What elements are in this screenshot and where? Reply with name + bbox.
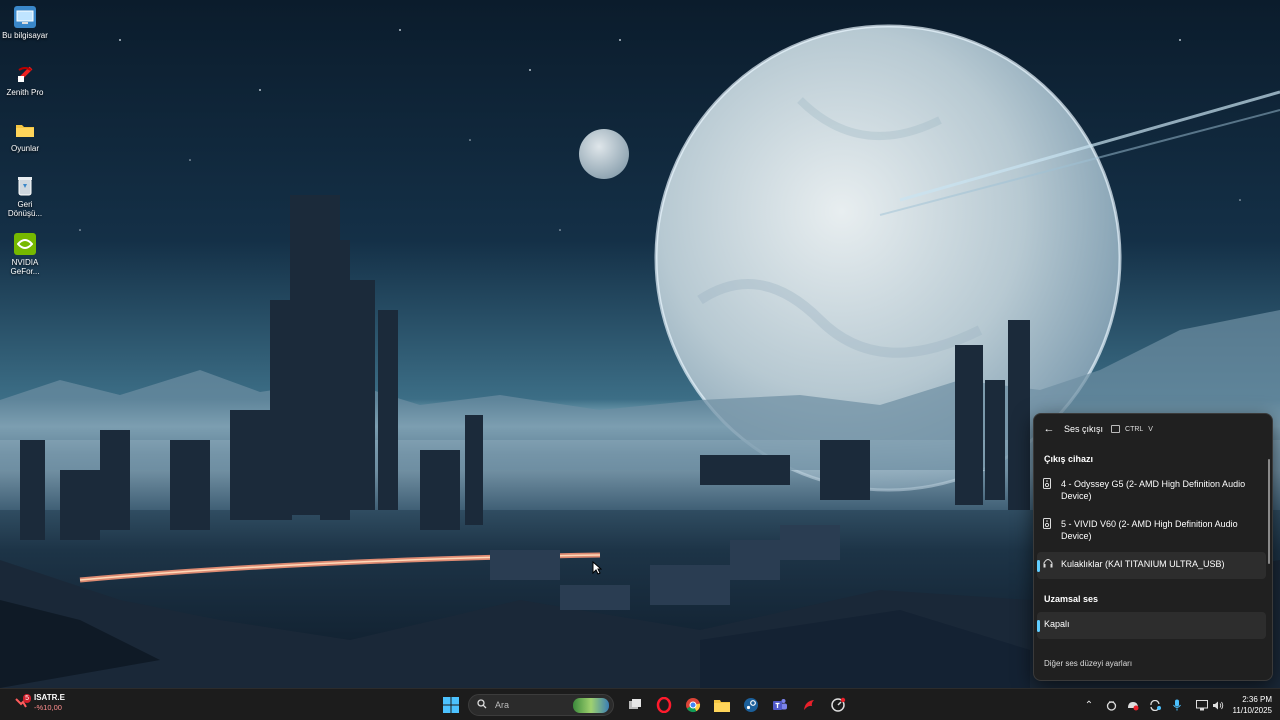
speaker-icon bbox=[1043, 478, 1055, 491]
start-button[interactable] bbox=[438, 693, 464, 717]
desktop-icon-nvidia[interactable]: NVIDIA GeFor... bbox=[0, 233, 50, 276]
clock[interactable]: 2:36 PM 11/10/2025 bbox=[1222, 694, 1272, 716]
recycle-bin-icon bbox=[14, 175, 36, 197]
device-option-odyssey[interactable]: 4 - Odyssey G5 (2- AMD High Definition A… bbox=[1037, 472, 1266, 508]
search-highlight-image bbox=[573, 698, 609, 713]
tray-app-button[interactable] bbox=[1100, 693, 1122, 717]
show-hidden-icons-button[interactable]: ⌃ bbox=[1078, 693, 1100, 717]
teams-icon bbox=[772, 699, 787, 710]
clock-time: 2:36 PM bbox=[1242, 695, 1272, 704]
desktop-icon-label: Geri Dönüşü... bbox=[7, 200, 43, 218]
device-label: 4 - Odyssey G5 (2- AMD High Definition A… bbox=[1061, 479, 1246, 501]
device-option-headphones[interactable]: Kulaklıklar (KAI TITANIUM ULTRA_USB) bbox=[1037, 552, 1266, 579]
shortcut-key: V bbox=[1148, 425, 1153, 433]
desktop-icon-zenith-pro[interactable]: Zenith Pro bbox=[0, 63, 50, 97]
desktop-icon-label: Zenith Pro bbox=[6, 88, 44, 97]
speaker-icon bbox=[1043, 518, 1055, 531]
device-label: 5 - VIVID V60 (2- AMD High Definition Au… bbox=[1061, 519, 1238, 541]
nvidia-icon bbox=[14, 233, 36, 255]
settings-app-button[interactable] bbox=[825, 693, 851, 717]
stock-symbol: ISATR.E bbox=[34, 693, 65, 702]
headphones-icon bbox=[1043, 558, 1055, 570]
taskbar: 5 ISATR.E -%10,00 Ara ⌃ 2:36 PM 11/10/20… bbox=[0, 688, 1280, 720]
spatial-audio-heading: Uzamsal ses bbox=[1044, 594, 1099, 604]
stock-badge: 5 bbox=[23, 694, 31, 703]
arrow-left-icon: ← bbox=[1043, 423, 1055, 435]
microphone-button[interactable] bbox=[1166, 693, 1188, 717]
system-tray: ⌃ bbox=[1078, 693, 1228, 717]
desktop-icon-oyunlar[interactable]: Oyunlar bbox=[0, 119, 50, 153]
opera-icon bbox=[656, 697, 671, 713]
microphone-icon bbox=[1173, 699, 1181, 711]
zenith-app-icon bbox=[14, 63, 36, 85]
search-input[interactable] bbox=[493, 699, 567, 711]
flyout-header: ← Ses çıkışı CTRL V bbox=[1034, 414, 1272, 444]
back-button[interactable]: ← bbox=[1040, 420, 1058, 438]
chevron-up-icon: ⌃ bbox=[1084, 699, 1094, 711]
desktop-icon-label: NVIDIA GeFor... bbox=[10, 258, 40, 276]
output-device-heading: Çıkış cihazı bbox=[1044, 454, 1094, 464]
taskbar-search[interactable] bbox=[468, 694, 614, 716]
sync-button[interactable] bbox=[1144, 693, 1166, 717]
flyout-scrollbar[interactable] bbox=[1268, 459, 1270, 564]
stock-down-icon: 5 bbox=[14, 694, 31, 710]
keyboard-icon bbox=[1111, 425, 1121, 433]
chrome-button[interactable] bbox=[680, 693, 706, 717]
app-red-icon bbox=[803, 700, 814, 710]
file-explorer-button[interactable] bbox=[709, 693, 735, 717]
stock-change: -%10,00 bbox=[34, 703, 62, 712]
device-option-vivid[interactable]: 5 - VIVID V60 (2- AMD High Definition Au… bbox=[1037, 512, 1266, 548]
search-icon bbox=[477, 698, 489, 712]
desktop-icon-this-pc[interactable]: Bu bilgisayar bbox=[0, 6, 50, 40]
spatial-audio-off-option[interactable]: Kapalı bbox=[1037, 612, 1266, 639]
desktop-icon-recycle-bin[interactable]: Geri Dönüşü... bbox=[0, 175, 50, 218]
steam-icon bbox=[743, 698, 758, 712]
steam-button[interactable] bbox=[738, 693, 764, 717]
folder-icon bbox=[14, 119, 36, 141]
tray-app-icon bbox=[1106, 700, 1116, 711]
sync-icon bbox=[1150, 699, 1161, 711]
mouse-cursor bbox=[592, 561, 602, 575]
chrome-icon bbox=[685, 698, 700, 713]
opera-button[interactable] bbox=[651, 693, 677, 717]
computer-icon bbox=[14, 6, 36, 28]
keyboard-shortcut-hint: CTRL V bbox=[1111, 425, 1153, 433]
app-settings-icon bbox=[830, 697, 845, 712]
more-volume-settings-link[interactable]: Diğer ses düzeyi ayarları bbox=[1044, 659, 1132, 668]
desktop-icon-label: Oyunlar bbox=[10, 144, 39, 153]
tray-red-app-icon bbox=[1128, 701, 1139, 710]
red-app-button[interactable] bbox=[796, 693, 822, 717]
shortcut-ctrl: CTRL bbox=[1125, 425, 1144, 433]
taskbar-apps bbox=[436, 693, 852, 717]
start-icon bbox=[442, 697, 459, 713]
audio-output-flyout: ← Ses çıkışı CTRL V Çıkış cihazı 4 - Ody… bbox=[1033, 413, 1273, 681]
device-label: Kulaklıklar (KAI TITANIUM ULTRA_USB) bbox=[1061, 559, 1225, 569]
task-view-icon bbox=[628, 699, 641, 709]
teams-button[interactable] bbox=[767, 693, 793, 717]
flyout-title: Ses çıkışı bbox=[1064, 424, 1104, 434]
tray-red-app-button[interactable] bbox=[1122, 693, 1144, 717]
network-icon bbox=[1196, 699, 1208, 710]
task-view-button[interactable] bbox=[622, 693, 648, 717]
desktop-icon-label: Bu bilgisayar bbox=[2, 31, 48, 40]
stock-widget[interactable]: 5 ISATR.E -%10,00 bbox=[14, 693, 65, 713]
file-explorer-icon bbox=[713, 700, 730, 712]
spatial-option-label: Kapalı bbox=[1044, 619, 1070, 629]
clock-date: 11/10/2025 bbox=[1232, 706, 1272, 715]
